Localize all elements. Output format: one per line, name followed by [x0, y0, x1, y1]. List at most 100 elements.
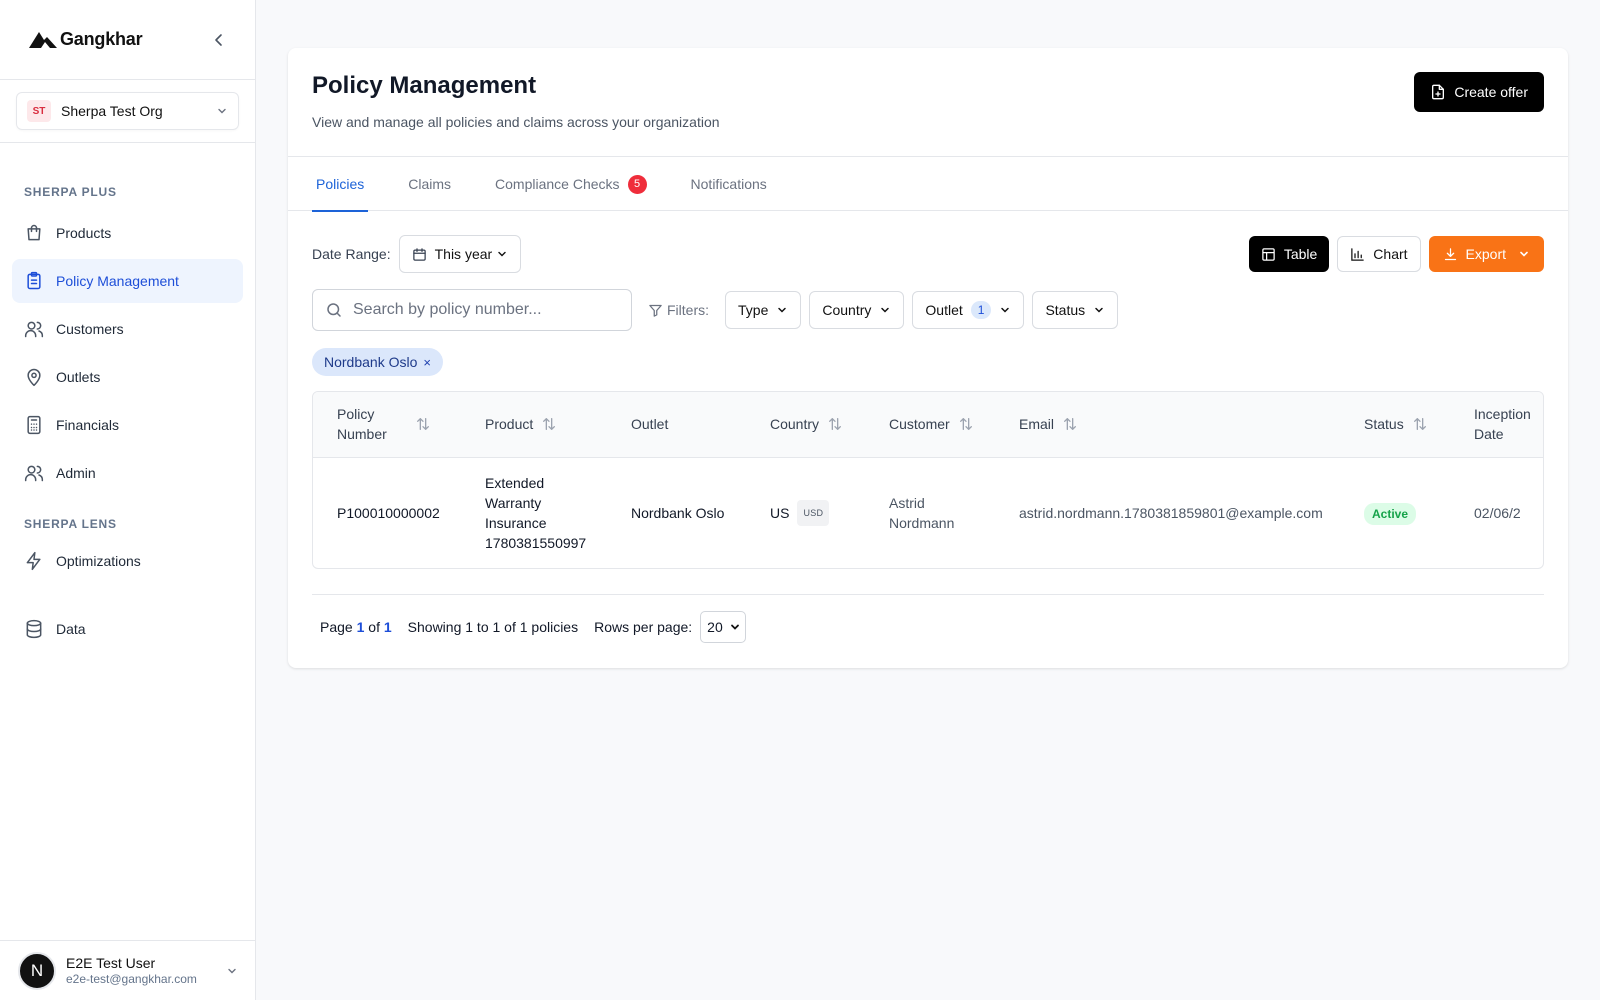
col-product: Product — [461, 392, 607, 457]
status-filter[interactable]: Status — [1032, 291, 1119, 329]
download-icon — [1444, 247, 1456, 260]
divider — [312, 594, 1544, 595]
org-initials-badge: ST — [27, 100, 51, 122]
cell-policy-number[interactable]: P100010000002 — [313, 457, 461, 568]
col-policy-number: Policy Number — [313, 392, 461, 457]
tab-label: Notifications — [690, 176, 767, 192]
tab-policies[interactable]: Policies — [312, 157, 369, 212]
users-icon — [24, 321, 44, 338]
search-icon — [327, 303, 341, 317]
cell-product: Extended Warranty Insurance 178038155099… — [485, 475, 587, 552]
sidebar-item-data[interactable]: Data — [12, 607, 243, 651]
tab-label: Policies — [316, 176, 365, 192]
brand-header: Gangkhar — [0, 0, 255, 80]
create-offer-label: Create offer — [1454, 84, 1528, 100]
sort-icon[interactable] — [541, 416, 557, 432]
sidebar-item-label: Products — [56, 225, 112, 241]
sidebar-item-policy-management[interactable]: Policy Management — [12, 259, 243, 303]
chevron-down-icon — [1095, 307, 1103, 313]
chevron-down-icon — [1520, 251, 1528, 257]
col-label: Outlet — [631, 416, 669, 433]
date-range-value: This year — [434, 246, 493, 262]
map-pin-icon — [27, 368, 41, 387]
sort-icon[interactable] — [1062, 416, 1078, 432]
col-label: Product — [485, 416, 534, 433]
tab-claims[interactable]: Claims — [404, 157, 455, 211]
org-switcher[interactable]: ST Sherpa Test Org — [16, 92, 239, 130]
page-title: Policy Management — [312, 72, 537, 99]
active-filter-chip: Nordbank Oslo × — [312, 348, 443, 376]
sidebar-item-outlets[interactable]: Outlets — [12, 355, 243, 399]
type-filter-label: Type — [738, 302, 769, 318]
showing-text: Showing 1 to 1 of 1 policies — [407, 619, 579, 635]
country-filter-label: Country — [822, 302, 872, 318]
table-view-button[interactable]: Table — [1248, 236, 1330, 272]
type-filter[interactable]: Type — [725, 291, 802, 329]
user-email: e2e-test@gangkhar.com — [66, 971, 197, 986]
country-filter[interactable]: Country — [809, 291, 905, 329]
active-filter-label: Nordbank Oslo — [324, 354, 418, 370]
sidebar: Gangkhar ST Sherpa Test Org SHERPA PLUS … — [0, 0, 256, 1000]
tabs: Policies Claims Compliance Checks 5 Notif… — [288, 157, 1568, 212]
table-icon — [1262, 247, 1275, 261]
avatar: N — [18, 951, 56, 990]
sidebar-item-label: Financials — [56, 417, 120, 433]
sort-icon[interactable] — [827, 416, 843, 432]
chart-view-button[interactable]: Chart — [1337, 236, 1421, 272]
rows-per-page-select[interactable]: 20 — [700, 611, 746, 643]
tab-compliance-checks[interactable]: Compliance Checks 5 — [491, 157, 651, 211]
calculator-icon — [27, 415, 41, 435]
sidebar-item-optimizations[interactable]: Optimizations — [12, 539, 243, 583]
col-customer: Customer — [865, 392, 995, 457]
outlet-filter-label: Outlet — [925, 302, 963, 318]
current-page: 1 — [356, 619, 365, 635]
cell-status: Active — [1340, 457, 1450, 568]
collapse-sidebar-button[interactable] — [209, 30, 229, 50]
policies-table: Policy Number Product Outlet Country Cus… — [312, 391, 1544, 569]
sort-icon[interactable] — [958, 416, 974, 432]
shopping-bag-icon — [27, 224, 41, 241]
country-code: US — [770, 505, 790, 522]
col-status: Status — [1340, 392, 1450, 457]
search-input[interactable] — [353, 301, 619, 319]
nav-section-sherpa-plus: SHERPA PLUS — [24, 185, 117, 199]
calendar-icon — [412, 247, 426, 261]
export-button[interactable]: Export — [1428, 236, 1544, 272]
sidebar-item-financials[interactable]: Financials — [12, 403, 243, 447]
remove-filter-icon[interactable]: × — [423, 355, 431, 370]
outlet-filter[interactable]: Outlet 1 — [912, 291, 1025, 329]
policy-management-card: Policy Management View and manage all po… — [288, 48, 1568, 668]
col-label: Policy Number — [337, 406, 387, 443]
filters-label: Filters: — [648, 302, 709, 318]
pagination: Page 1 of 1 Showing 1 to 1 of 1 policies… — [320, 611, 746, 643]
tab-notifications[interactable]: Notifications — [687, 157, 771, 211]
currency-badge: USD — [797, 500, 830, 527]
col-label: Customer — [889, 416, 950, 433]
sidebar-item-products[interactable]: Products — [12, 211, 243, 255]
chevron-down-icon — [498, 251, 506, 257]
chevron-left-icon — [215, 34, 222, 46]
sidebar-item-label: Outlets — [56, 369, 101, 385]
file-plus-icon — [1432, 84, 1445, 100]
filters-label-text: Filters: — [667, 302, 709, 318]
sort-icon[interactable] — [415, 416, 431, 432]
sidebar-item-admin[interactable]: Admin — [12, 451, 243, 495]
date-range-select[interactable]: This year — [398, 235, 522, 273]
table-row[interactable]: P100010000002 Extended Warranty Insuranc… — [313, 457, 1543, 568]
compliance-count-badge: 5 — [627, 174, 647, 194]
sidebar-item-customers[interactable]: Customers — [12, 307, 243, 351]
col-label: Inception Date — [1474, 406, 1531, 443]
sort-icon[interactable] — [1412, 416, 1428, 432]
col-label: Country — [770, 416, 820, 433]
chevron-down-icon — [1001, 307, 1010, 313]
user-menu[interactable]: N E2E Test User e2e-test@gangkhar.com — [0, 940, 256, 1000]
create-offer-button[interactable]: Create offer — [1414, 72, 1544, 112]
chevron-down-icon — [778, 307, 787, 313]
clipboard-list-icon — [27, 271, 41, 290]
table-view-label: Table — [1283, 246, 1318, 262]
brand-logo[interactable]: Gangkhar — [28, 29, 143, 51]
cell-inception-date: 02/06/2 — [1474, 505, 1521, 522]
table-header-row: Policy Number Product Outlet Country Cus… — [313, 392, 1543, 457]
toolbar: Date Range: This year Table Chart Export — [312, 235, 1544, 273]
sidebar-item-label: Data — [56, 621, 86, 637]
